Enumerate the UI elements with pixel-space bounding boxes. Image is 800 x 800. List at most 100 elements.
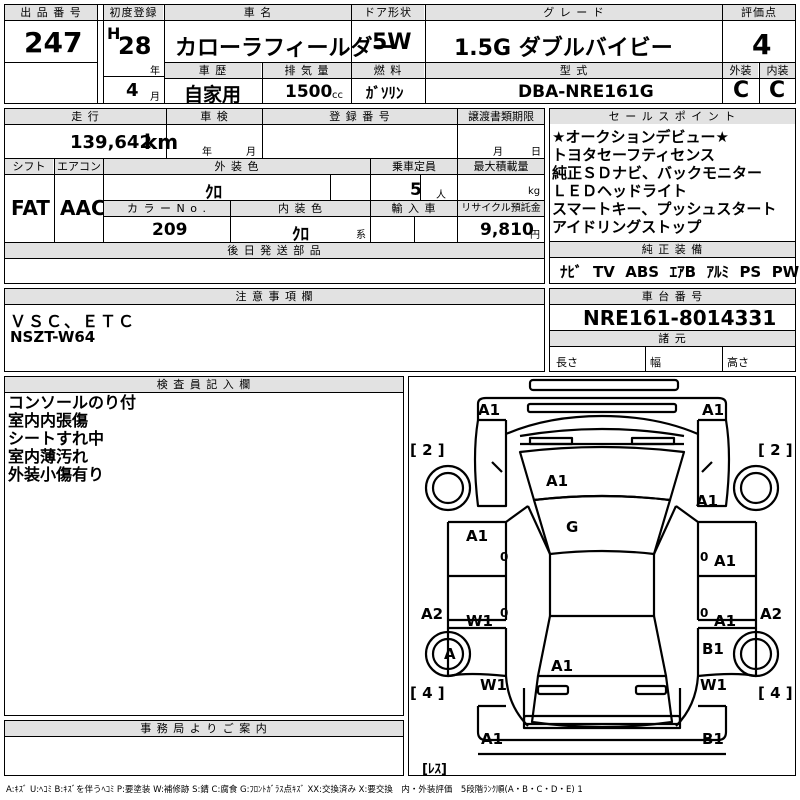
import-label: 輸 入 車 bbox=[371, 201, 457, 216]
damage-hood: A1 bbox=[546, 472, 569, 490]
equipment-label: 純 正 装 備 bbox=[550, 242, 795, 257]
car-name: カローラフィールダー bbox=[175, 36, 395, 61]
model-label: 型 式 bbox=[426, 63, 722, 78]
inspection-month-unit: 月 bbox=[246, 147, 256, 158]
car-body-diagram bbox=[424, 378, 780, 756]
sales-points-label: セ ー ル ス ポ イ ン ト bbox=[550, 109, 795, 124]
displacement-unit: cc bbox=[332, 90, 343, 101]
first-reg-year: 28 bbox=[118, 32, 152, 60]
damage-trunk: A1 bbox=[551, 657, 574, 675]
equip-airbag: ｴｱB bbox=[669, 263, 697, 281]
grade-label: グ レ ー ド bbox=[426, 5, 722, 20]
door-label: ドア形状 bbox=[352, 5, 424, 20]
bracket-right-top: [ 2 ] bbox=[758, 441, 793, 459]
fuel: ｶﾞｿﾘﾝ bbox=[366, 84, 404, 102]
sales-point-line: ＬＥＤヘッドライト bbox=[552, 182, 688, 200]
height-label: 高さ bbox=[727, 356, 749, 369]
load-label: 最大積載量 bbox=[458, 159, 544, 174]
sales-point-line: ★オークションデビュー★ bbox=[552, 128, 729, 146]
sales-points-list: ★オークションデビュー★ トヨタセーフティセンス 純正ＳＤナビ、バックモニター … bbox=[552, 128, 796, 236]
damage-rear-bumper-left: A1 bbox=[481, 730, 504, 748]
colorno-label: カ ラ ー N o . bbox=[104, 201, 230, 216]
damage-front-bumper-left: A1 bbox=[478, 401, 501, 419]
damage-windshield: G bbox=[566, 518, 579, 536]
seating-capacity: 5 bbox=[410, 180, 422, 200]
score-label: 評価点 bbox=[723, 5, 795, 20]
bracket-right-bottom: [ 4 ] bbox=[758, 684, 793, 702]
damage-rear-door-left: W1 bbox=[466, 612, 493, 630]
damage-rocker-right: A2 bbox=[760, 605, 783, 623]
lot-label: 出 品 番 号 bbox=[5, 5, 97, 20]
sales-point-line: 純正ＳＤナビ、バックモニター bbox=[552, 164, 763, 182]
equip-abs: ABS bbox=[625, 263, 660, 281]
length-label: 長さ bbox=[556, 356, 578, 369]
deadline-label: 譲渡書類期限 bbox=[458, 109, 544, 124]
equip-pw: PW bbox=[771, 263, 800, 281]
damage-rear-wheel-left: A bbox=[444, 645, 456, 663]
deadline-day-unit: 日 bbox=[531, 147, 541, 158]
month-unit: 月 bbox=[150, 92, 160, 103]
notes-line-2: NSZT-W64 bbox=[10, 328, 96, 346]
mileage-unit: km bbox=[144, 130, 179, 154]
displacement-label: 排 気 量 bbox=[263, 63, 351, 78]
front-door-right-zero: 0 bbox=[700, 550, 709, 564]
first-reg-label: 初度登録 bbox=[104, 5, 163, 20]
inspector-label: 検 査 員 記 入 欄 bbox=[5, 377, 403, 392]
recycle-label: リサイクル預託金 bbox=[458, 201, 544, 216]
inspector-note: 外装小傷有り bbox=[8, 465, 105, 484]
equip-tv: TV bbox=[592, 263, 615, 281]
car-name-label: 車 名 bbox=[165, 5, 351, 20]
load-unit: kg bbox=[528, 186, 541, 197]
damage-quarter-right-lower: W1 bbox=[700, 676, 727, 694]
capacity-unit: 人 bbox=[436, 190, 446, 201]
damage-front-door-left: A1 bbox=[466, 527, 489, 545]
equip-ps: PS bbox=[739, 263, 762, 281]
inspector-note: コンソールのり付 bbox=[8, 393, 137, 412]
vehicle-history: 自家用 bbox=[184, 84, 242, 106]
inspector-note: 室内内張傷 bbox=[8, 411, 89, 430]
plate-label: 登 録 番 号 bbox=[263, 109, 457, 124]
bracket-left-bottom: [ 4 ] bbox=[410, 684, 445, 702]
mileage-label: 走 行 bbox=[5, 109, 166, 124]
intcolor-label: 内 装 色 bbox=[231, 201, 370, 216]
interior-color-unit: 系 bbox=[356, 230, 366, 241]
inspector-note: 室内薄汚れ bbox=[8, 447, 89, 466]
damage-front-bumper-right: A1 bbox=[702, 401, 725, 419]
chassis-number: NRE161-8014331 bbox=[583, 306, 777, 330]
door-type: 5W bbox=[372, 30, 412, 55]
color-label: 外 装 色 bbox=[104, 159, 370, 174]
sales-point-line: トヨタセーフティセンス bbox=[552, 146, 715, 164]
int-label: 内装 bbox=[760, 63, 795, 78]
score: 4 bbox=[752, 28, 772, 61]
chassis-label: 車 台 番 号 bbox=[550, 289, 795, 304]
width-label: 幅 bbox=[650, 356, 661, 369]
recycle-fee: 9,810 bbox=[480, 220, 534, 240]
front-door-left-zero: 0 bbox=[500, 550, 509, 564]
damage-rear-door-right: A1 bbox=[714, 612, 737, 630]
damage-quarter-right: B1 bbox=[702, 640, 724, 658]
inspection-year-unit: 年 bbox=[202, 147, 212, 158]
shift-label: シフト bbox=[5, 159, 53, 174]
damage-front-fender-right: A1 bbox=[696, 492, 719, 510]
grade: 1.5G ダブルバイビー bbox=[454, 36, 673, 61]
inspector-notes: コンソールのり付 室内内張傷 シートすれ中 室内薄汚れ 外装小傷有り bbox=[8, 394, 136, 484]
spec-label: 諸 元 bbox=[550, 331, 795, 346]
interior-grade: C bbox=[769, 78, 786, 103]
aircon-label: エアコン bbox=[55, 159, 103, 174]
shift-type: FAT bbox=[11, 196, 50, 220]
mileage: 139,642 bbox=[70, 132, 152, 153]
ext-label: 外装 bbox=[723, 63, 758, 78]
aircon-type: AAC bbox=[60, 196, 106, 220]
exterior-grade: C bbox=[733, 78, 750, 103]
equip-alloy: ｱﾙﾐ bbox=[706, 263, 729, 281]
first-reg-month: 4 bbox=[126, 80, 139, 101]
year-unit: 年 bbox=[150, 66, 160, 77]
equipment-list: ﾅﾋﾞ TV ABS ｴｱB ｱﾙﾐ PS PW bbox=[560, 261, 799, 282]
lot-number: 247 bbox=[24, 26, 83, 59]
sales-point-line: スマートキー、プッシュスタート bbox=[552, 200, 777, 218]
displacement: 1500 bbox=[285, 82, 333, 102]
capacity-label: 乗車定員 bbox=[371, 159, 457, 174]
office-label: 事 務 局 よ り ご 案 内 bbox=[5, 721, 403, 736]
legend: A:ｷｽﾞ U:ﾍｺﾐ B:ｷｽﾞを伴うﾍｺﾐ P:要塗装 W:補修跡 S:錆 … bbox=[6, 785, 583, 795]
recycle-unit: 円 bbox=[530, 230, 540, 241]
